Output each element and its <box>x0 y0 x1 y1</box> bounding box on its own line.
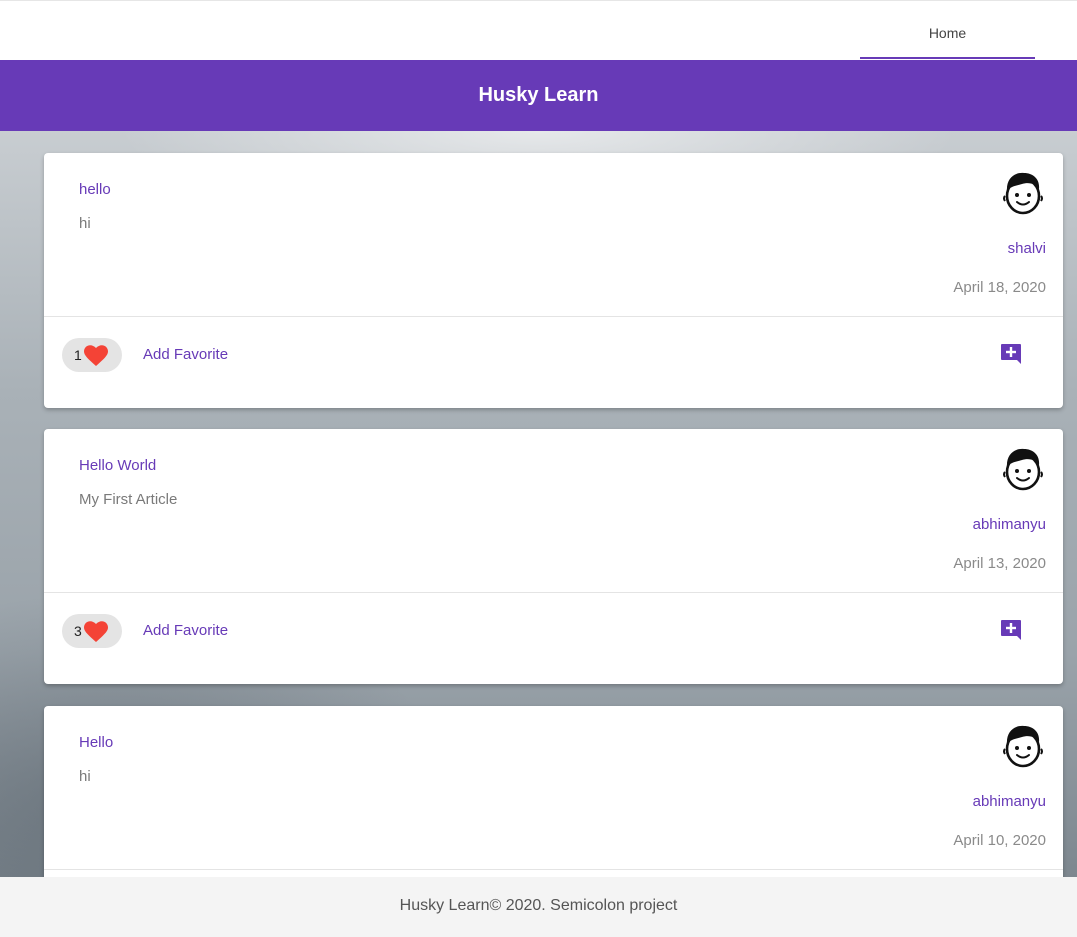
like-count: 3 <box>74 623 82 639</box>
top-nav: Home <box>0 0 1077 60</box>
heart-icon <box>84 621 108 642</box>
article-excerpt: hi <box>79 768 91 785</box>
add-favorite-button[interactable]: Add Favorite <box>143 622 228 639</box>
footer: Husky Learn© 2020. Semicolon project <box>0 877 1077 937</box>
article-excerpt: hi <box>79 215 91 232</box>
app-header: Husky Learn <box>0 60 1077 131</box>
footer-text: Husky Learn© 2020. Semicolon project <box>399 897 678 914</box>
article-author[interactable]: abhimanyu <box>973 516 1046 533</box>
card-divider <box>44 869 1063 870</box>
article-author[interactable]: shalvi <box>1008 240 1046 257</box>
card-divider <box>44 592 1063 593</box>
article-date: April 18, 2020 <box>953 279 1046 296</box>
avatar-icon <box>1003 725 1043 768</box>
article-title[interactable]: Hello <box>79 734 113 751</box>
avatar-icon <box>1003 172 1043 215</box>
card-divider <box>44 316 1063 317</box>
article-author[interactable]: abhimanyu <box>973 793 1046 810</box>
article-card: Hello hi abhimanyu April 10, 2020 <box>44 706 1063 877</box>
article-date: April 10, 2020 <box>953 832 1046 849</box>
add-comment-icon[interactable] <box>999 618 1023 642</box>
like-count: 1 <box>74 347 82 363</box>
avatar-icon <box>1003 448 1043 491</box>
heart-icon <box>84 345 108 366</box>
article-list[interactable]: hello hi shalvi April 18, 2020 1 Add Fav… <box>0 131 1077 877</box>
add-comment-icon[interactable] <box>999 342 1023 366</box>
article-excerpt: My First Article <box>79 491 178 508</box>
add-favorite-button[interactable]: Add Favorite <box>143 346 228 363</box>
article-title[interactable]: hello <box>79 181 111 198</box>
page-title: Husky Learn <box>478 84 599 106</box>
article-card: Hello World My First Article abhimanyu A… <box>44 429 1063 684</box>
tab-home[interactable]: Home <box>860 9 1035 59</box>
article-card: hello hi shalvi April 18, 2020 1 Add Fav… <box>44 153 1063 408</box>
article-date: April 13, 2020 <box>953 555 1046 572</box>
like-button[interactable]: 1 <box>62 338 122 372</box>
like-button[interactable]: 3 <box>62 614 122 648</box>
article-title[interactable]: Hello World <box>79 457 156 474</box>
